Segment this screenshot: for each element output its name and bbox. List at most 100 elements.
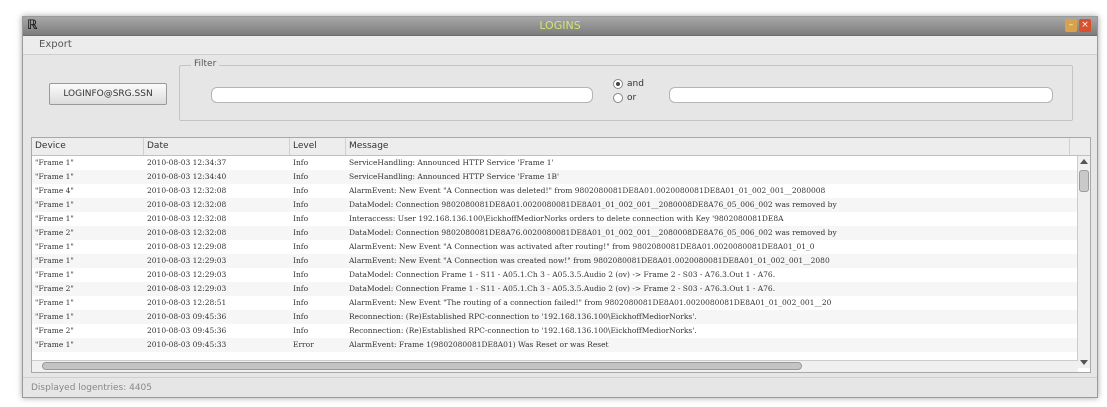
cell-message: Reconnection: (Re)Established RPC-connec… [349, 312, 697, 321]
cell-device: "Frame 1" [35, 200, 74, 209]
table-row[interactable]: "Frame 2" 2010-08-03 12:32:08 Info DataMode… [32, 226, 1090, 240]
table-row[interactable]: "Frame 1" 2010-08-03 12:29:08 Info AlarmEve… [32, 240, 1090, 254]
cell-level: Info [293, 158, 309, 167]
cell-device: "Frame 2" [35, 326, 74, 335]
cell-date: 2010-08-03 12:28:51 [147, 298, 227, 307]
cell-device: "Frame 4" [35, 186, 74, 195]
cell-level: Info [293, 242, 309, 251]
cell-message: ServiceHandling: Announced HTTP Service … [349, 172, 560, 181]
filter-panel: LOGINFO@SRG.SSN Filter and or [23, 55, 1097, 129]
menu-bar: Export [23, 36, 1097, 55]
window-controls: – × [1065, 19, 1091, 32]
column-header-device[interactable]: Device [32, 138, 144, 155]
cell-date: 2010-08-03 12:29:03 [147, 270, 227, 279]
table-row[interactable]: "Frame 1" 2010-08-03 12:32:08 Info DataMode… [32, 198, 1090, 212]
radio-and-row[interactable]: and [613, 79, 644, 89]
close-button[interactable]: × [1079, 19, 1091, 32]
table-body: "Frame 1" 2010-08-03 12:34:37 Info ServiceH… [32, 156, 1090, 352]
table-row[interactable]: "Frame 1" 2010-08-03 09:45:33 Error AlarmEv… [32, 338, 1090, 352]
column-header-message[interactable]: Message [346, 138, 1070, 155]
cell-level: Info [293, 228, 309, 237]
table-row[interactable]: "Frame 2" 2010-08-03 12:29:03 Info DataMode… [32, 282, 1090, 296]
cell-date: 2010-08-03 12:34:37 [147, 158, 227, 167]
cell-device: "Frame 1" [35, 312, 74, 321]
cell-level: Info [293, 312, 309, 321]
cell-date: 2010-08-03 12:29:03 [147, 284, 227, 293]
cell-device: "Frame 1" [35, 172, 74, 181]
column-header-date[interactable]: Date [144, 138, 290, 155]
table-row[interactable]: "Frame 2" 2010-08-03 09:45:36 Info Reconnec… [32, 324, 1090, 338]
cell-message: AlarmEvent: Frame 1(9802080081DE8A01) Wa… [349, 340, 609, 349]
cell-message: DataModel: Connection 9802080081DE8A76.0… [349, 228, 837, 237]
log-table: Device Date Level Message "Frame 1" 2010-… [31, 137, 1091, 373]
cell-level: Info [293, 284, 309, 293]
cell-date: 2010-08-03 09:45:36 [147, 312, 227, 321]
cell-date: 2010-08-03 12:29:03 [147, 256, 227, 265]
table-row[interactable]: "Frame 1" 2010-08-03 09:45:36 Info Reconnec… [32, 310, 1090, 324]
cell-date: 2010-08-03 09:45:36 [147, 326, 227, 335]
table-row[interactable]: "Frame 1" 2010-08-03 12:34:37 Info ServiceH… [32, 156, 1090, 170]
table-row[interactable]: "Frame 4" 2010-08-03 12:32:08 Info AlarmEve… [32, 184, 1090, 198]
cell-device: "Frame 1" [35, 214, 74, 223]
cell-device: "Frame 1" [35, 242, 74, 251]
radio-and[interactable] [613, 79, 623, 89]
cell-level: Info [293, 200, 309, 209]
radio-or-row[interactable]: or [613, 93, 636, 103]
cell-message: AlarmEvent: New Event "A Connection was … [349, 186, 826, 195]
filter-input-left[interactable] [211, 87, 593, 103]
vertical-scrollbar[interactable] [1077, 156, 1090, 368]
cell-message: ServiceHandling: Announced HTTP Service … [349, 158, 554, 167]
table-row[interactable]: "Frame 1" 2010-08-03 12:29:03 Info DataMode… [32, 268, 1090, 282]
cell-device: "Frame 1" [35, 340, 74, 349]
window-title: LOGINS [539, 19, 581, 32]
cell-level: Info [293, 326, 309, 335]
cell-level: Info [293, 256, 309, 265]
cell-device: "Frame 1" [35, 270, 74, 279]
cell-device: "Frame 1" [35, 256, 74, 265]
cell-date: 2010-08-03 09:45:33 [147, 340, 227, 349]
cell-device: "Frame 2" [35, 228, 74, 237]
filter-input-right[interactable] [669, 87, 1053, 103]
cell-message: Reconnection: (Re)Established RPC-connec… [349, 326, 697, 335]
menu-export[interactable]: Export [39, 39, 72, 50]
horizontal-scrollbar[interactable] [32, 360, 1078, 372]
table-row[interactable]: "Frame 1" 2010-08-03 12:32:08 Info Interacc… [32, 212, 1090, 226]
column-header-level[interactable]: Level [290, 138, 346, 155]
scroll-up-icon[interactable] [1080, 159, 1088, 164]
cell-device: "Frame 2" [35, 284, 74, 293]
table-header: Device Date Level Message [32, 138, 1090, 156]
cell-date: 2010-08-03 12:32:08 [147, 200, 227, 209]
cell-message: DataModel: Connection Frame 1 - S11 - A0… [349, 284, 776, 293]
table-row[interactable]: "Frame 1" 2010-08-03 12:28:51 Info AlarmEve… [32, 296, 1090, 310]
horizontal-scroll-thumb[interactable] [42, 362, 802, 370]
cell-level: Info [293, 186, 309, 195]
minimize-button[interactable]: – [1065, 19, 1077, 32]
table-row[interactable]: "Frame 1" 2010-08-03 12:29:03 Info AlarmEve… [32, 254, 1090, 268]
cell-level: Info [293, 214, 309, 223]
radio-and-label: and [627, 79, 644, 89]
vertical-scroll-thumb[interactable] [1079, 170, 1089, 192]
cell-message: Interaccess: User 192.168.136.100\Eickho… [349, 214, 784, 223]
cell-level: Info [293, 298, 309, 307]
cell-message: DataModel: Connection 9802080081DE8A01.0… [349, 200, 837, 209]
cell-level: Error [293, 340, 314, 349]
login-button[interactable]: LOGINFO@SRG.SSN [49, 83, 167, 105]
cell-date: 2010-08-03 12:34:40 [147, 172, 227, 181]
filter-legend: Filter [191, 59, 220, 69]
title-bar[interactable]: ℝ LOGINS – × [23, 17, 1097, 36]
table-row[interactable]: "Frame 1" 2010-08-03 12:34:40 Info ServiceH… [32, 170, 1090, 184]
scroll-down-icon[interactable] [1080, 360, 1088, 365]
radio-or[interactable] [613, 93, 623, 103]
cell-level: Info [293, 270, 309, 279]
cell-message: AlarmEvent: New Event "A Connection was … [349, 256, 830, 265]
cell-device: "Frame 1" [35, 298, 74, 307]
status-bar: Displayed logentries: 4405 [23, 377, 1097, 397]
radio-or-label: or [627, 93, 637, 103]
cell-message: AlarmEvent: New Event "The routing of a … [349, 298, 832, 307]
main-window: ℝ LOGINS – × Export LOGINFO@SRG.SSN Filt… [22, 16, 1098, 398]
cell-date: 2010-08-03 12:32:08 [147, 214, 227, 223]
cell-date: 2010-08-03 12:32:08 [147, 186, 227, 195]
cell-message: DataModel: Connection Frame 1 - S11 - A0… [349, 270, 776, 279]
cell-date: 2010-08-03 12:32:08 [147, 228, 227, 237]
cell-date: 2010-08-03 12:29:08 [147, 242, 227, 251]
